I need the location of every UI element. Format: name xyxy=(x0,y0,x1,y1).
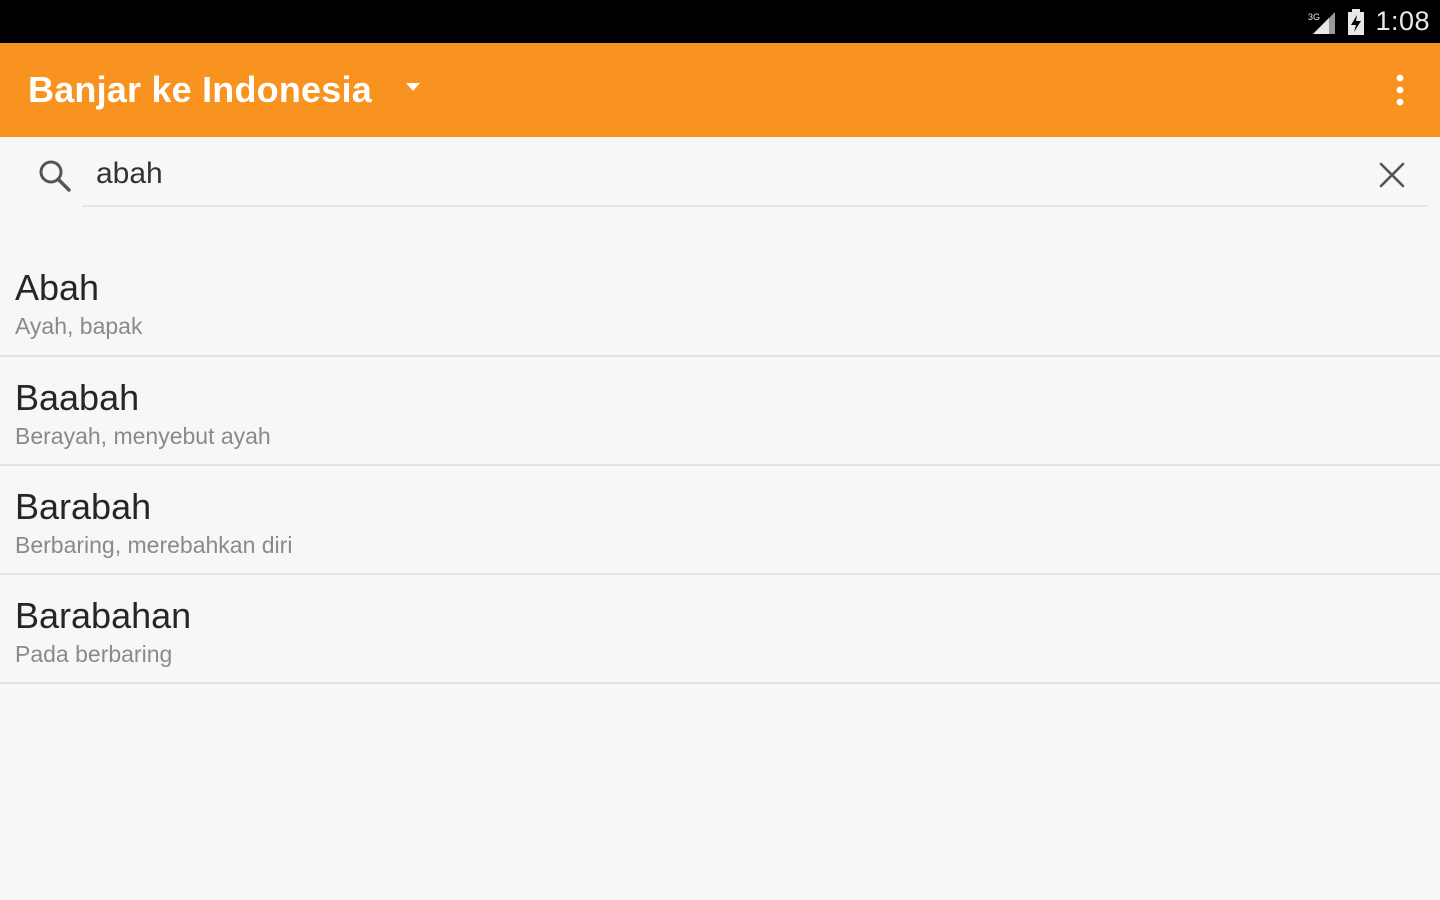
svg-text:3G: 3G xyxy=(1308,12,1320,22)
result-word: Baabah xyxy=(15,377,140,418)
result-meaning: Pada berbaring xyxy=(15,641,173,667)
list-item[interactable]: Barabah Berbaring, merebahkan diri xyxy=(0,466,1440,575)
dropdown-arrow-icon xyxy=(404,81,422,93)
status-bar: 3G 1:08 xyxy=(0,0,1440,43)
result-meaning: Berayah, menyebut ayah xyxy=(15,423,271,449)
list-item[interactable]: Abah Ayah, bapak xyxy=(0,247,1440,357)
app-title: Banjar ke Indonesia xyxy=(28,69,372,110)
signal-3g-icon: 3G xyxy=(1307,10,1337,34)
battery-charging-icon xyxy=(1347,8,1365,35)
search-input[interactable] xyxy=(82,149,1368,199)
result-meaning: Berbaring, merebahkan diri xyxy=(15,532,293,558)
overflow-menu-icon xyxy=(1396,74,1404,106)
results-list: Abah Ayah, bapak Baabah Berayah, menyebu… xyxy=(0,247,1440,684)
language-spinner[interactable]: Banjar ke Indonesia xyxy=(0,43,422,137)
search-underline xyxy=(82,205,1428,207)
result-word: Barabah xyxy=(15,486,152,527)
result-meaning: Ayah, bapak xyxy=(15,313,143,339)
status-time: 1:08 xyxy=(1375,6,1430,36)
result-word: Barabahan xyxy=(15,595,192,636)
list-item[interactable]: Barabahan Pada berbaring xyxy=(0,575,1440,684)
result-word: Abah xyxy=(15,267,100,308)
app-bar: Banjar ke Indonesia xyxy=(0,43,1440,137)
close-icon xyxy=(1379,162,1405,188)
clear-search-button[interactable] xyxy=(1374,157,1410,193)
list-item[interactable]: Baabah Berayah, menyebut ayah xyxy=(0,357,1440,466)
search-icon xyxy=(38,159,72,198)
overflow-menu-button[interactable] xyxy=(1384,67,1416,113)
